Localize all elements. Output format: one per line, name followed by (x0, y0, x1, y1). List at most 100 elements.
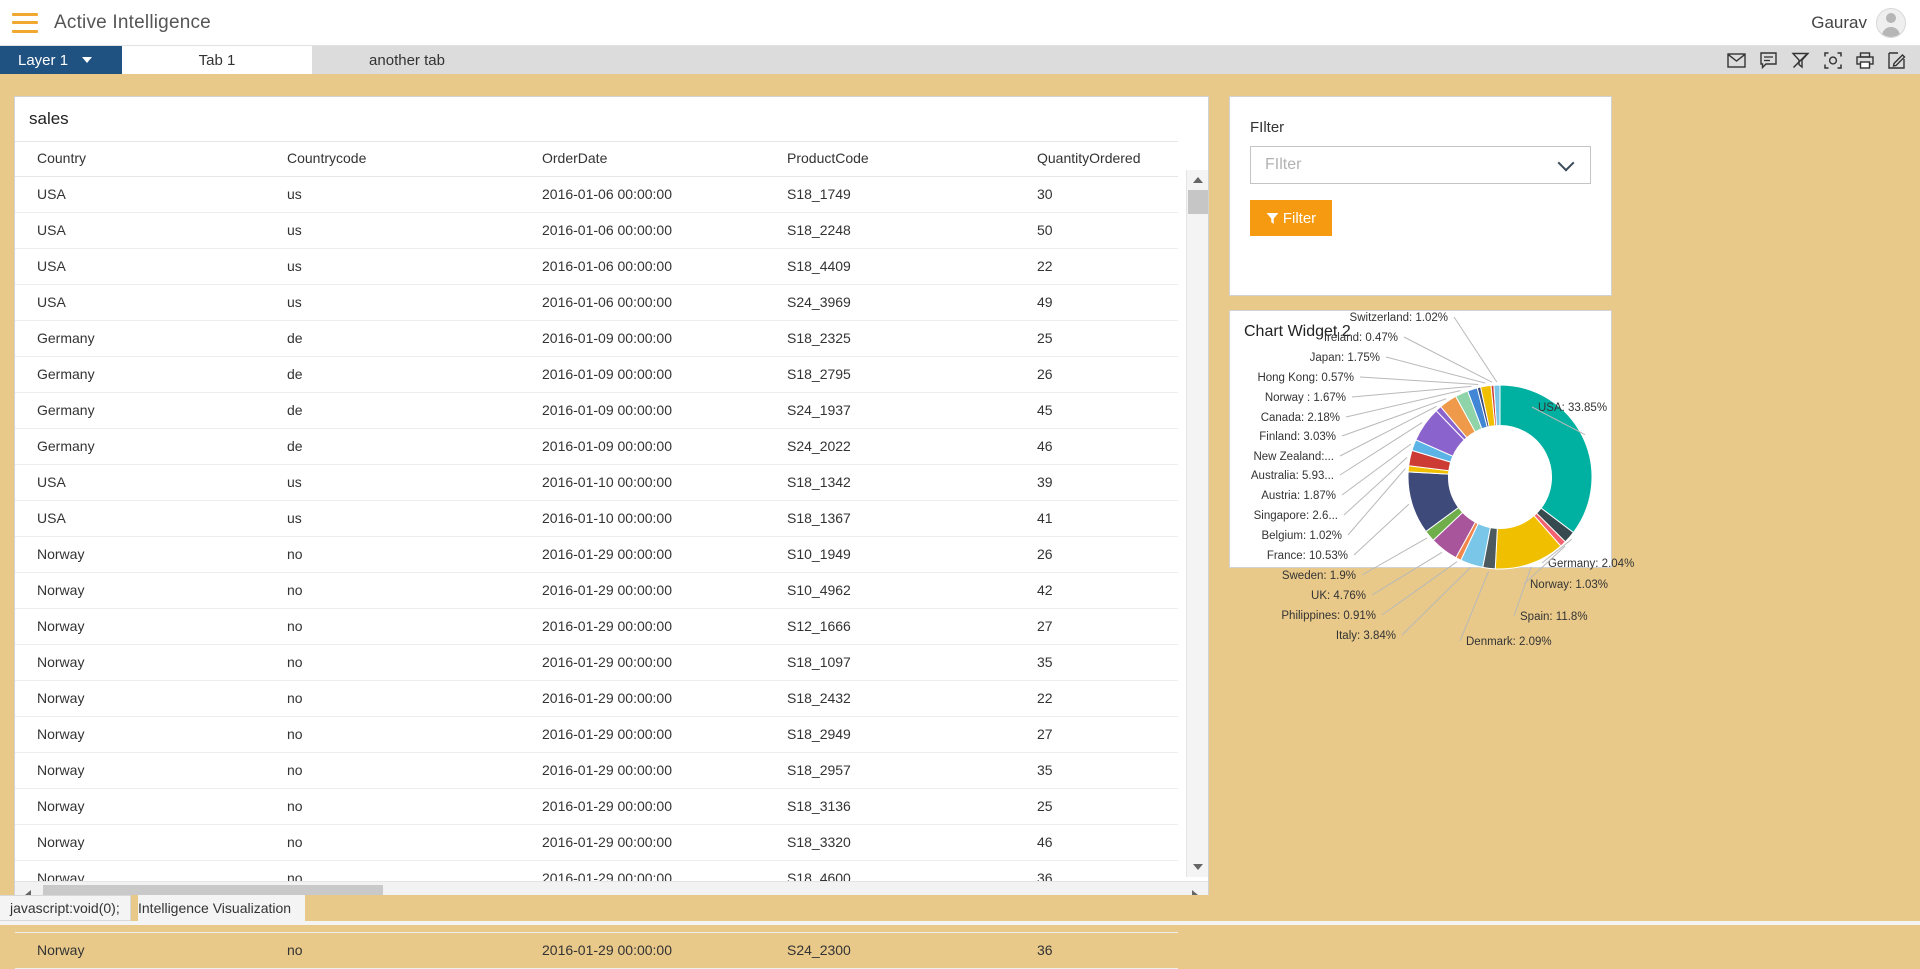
table-cell: Norway (15, 609, 265, 645)
table-cell: Norway (15, 681, 265, 717)
column-header-countrycode[interactable]: Countrycode (265, 142, 520, 177)
table-row[interactable]: Norwayno2016-01-29 00:00:00S10_496242 (15, 573, 1178, 609)
edit-icon[interactable] (1888, 52, 1906, 69)
donut-label-germany: Germany: 2.04% (1548, 558, 1634, 570)
donut-label-italy: Italy: 3.84% (1336, 630, 1396, 642)
layer-selector[interactable]: Layer 1 (0, 46, 122, 74)
snapshot-icon[interactable] (1824, 52, 1842, 69)
tab-tab-1[interactable]: Tab 1 (122, 46, 312, 74)
print-icon[interactable] (1856, 52, 1874, 69)
table-row[interactable]: Norwayno2016-01-29 00:00:00S18_313625 (15, 789, 1178, 825)
table-cell: S10_4962 (765, 573, 1015, 609)
vertical-scroll-thumb[interactable] (1188, 190, 1208, 214)
table-row[interactable]: USAus2016-01-10 00:00:00S18_136741 (15, 501, 1178, 537)
table-row[interactable]: Germanyde2016-01-09 00:00:00S24_202246 (15, 429, 1178, 465)
donut-chart-svg[interactable]: USA: 33.85%Germany: 2.04%Norway: 1.03%Sp… (1230, 309, 1613, 609)
filter-button-label: Filter (1283, 210, 1316, 227)
donut-label-switzerland: Switzerland: 1.02% (1350, 312, 1448, 324)
table-cell: S24_2022 (765, 429, 1015, 465)
table-cell: 2016-01-09 00:00:00 (520, 321, 765, 357)
table-cell: 36 (1015, 933, 1178, 969)
table-cell: 2016-01-29 00:00:00 (520, 645, 765, 681)
table-cell: 46 (1015, 825, 1178, 861)
table-cell: 50 (1015, 213, 1178, 249)
table-cell: Norway (15, 717, 265, 753)
scroll-up-button[interactable] (1187, 170, 1209, 190)
table-row[interactable]: USAus2016-01-06 00:00:00S18_440922 (15, 249, 1178, 285)
chevron-down-icon[interactable] (1558, 154, 1575, 171)
table-cell: no (265, 825, 520, 861)
table-cell: 30 (1015, 177, 1178, 213)
table-cell: 2016-01-06 00:00:00 (520, 177, 765, 213)
donut-label-japan: Japan: 1.75% (1310, 352, 1380, 364)
table-vertical-scrollbar[interactable] (1186, 170, 1208, 877)
table-row[interactable]: Norwayno2016-01-29 00:00:00S18_294927 (15, 717, 1178, 753)
table-cell: no (265, 753, 520, 789)
table-cell: 2016-01-06 00:00:00 (520, 213, 765, 249)
column-header-country[interactable]: Country (15, 142, 265, 177)
column-header-productcode[interactable]: ProductCode (765, 142, 1015, 177)
donut-label-austria: Austria: 1.87% (1261, 490, 1336, 502)
table-row[interactable]: Norwayno2016-01-29 00:00:00S18_243222 (15, 681, 1178, 717)
table-cell: USA (15, 249, 265, 285)
filter-select[interactable]: FIlter (1250, 146, 1591, 184)
table-cell: 2016-01-29 00:00:00 (520, 609, 765, 645)
hamburger-icon[interactable] (12, 13, 38, 33)
table-cell: 2016-01-29 00:00:00 (520, 717, 765, 753)
table-cell: Germany (15, 393, 265, 429)
table-row[interactable]: Norwayno2016-01-29 00:00:00S18_332046 (15, 825, 1178, 861)
dashboard-canvas: sales Country Countrycode OrderDate Prod… (0, 74, 1920, 895)
table-row[interactable]: Norwayno2016-01-29 00:00:00S18_295735 (15, 753, 1178, 789)
table-cell: 39 (1015, 465, 1178, 501)
tab-another-tab[interactable]: another tab (312, 46, 502, 74)
filter-button[interactable]: Filter (1250, 200, 1332, 236)
table-cell: 2016-01-29 00:00:00 (520, 825, 765, 861)
table-cell: S24_1937 (765, 393, 1015, 429)
header-right-group: Gaurav (1811, 8, 1906, 38)
table-row[interactable]: USAus2016-01-06 00:00:00S24_396949 (15, 285, 1178, 321)
table-row[interactable]: Germanyde2016-01-09 00:00:00S18_232525 (15, 321, 1178, 357)
table-cell: 45 (1015, 393, 1178, 429)
table-cell: Norway (15, 645, 265, 681)
table-row[interactable]: Norwayno2016-01-29 00:00:00S24_230036 (15, 933, 1178, 969)
donut-leader-line (1360, 377, 1478, 385)
table-cell: 2016-01-09 00:00:00 (520, 357, 765, 393)
column-header-quantityordered[interactable]: QuantityOrdered (1015, 142, 1178, 177)
table-row[interactable]: Norwayno2016-01-29 00:00:00S12_166627 (15, 609, 1178, 645)
table-row[interactable]: Norwayno2016-01-29 00:00:00S18_109735 (15, 645, 1178, 681)
table-cell: no (265, 717, 520, 753)
filter-label: FIlter (1250, 119, 1591, 136)
table-cell: S10_1949 (765, 537, 1015, 573)
table-cell: Norway (15, 537, 265, 573)
chevron-down-icon[interactable] (82, 57, 92, 63)
comment-icon[interactable] (1760, 52, 1777, 69)
table-cell: S18_2248 (765, 213, 1015, 249)
table-row[interactable]: Norwayno2016-01-29 00:00:00S10_194926 (15, 537, 1178, 573)
page-title: Active Intelligence (54, 12, 211, 34)
table-row[interactable]: USAus2016-01-10 00:00:00S18_134239 (15, 465, 1178, 501)
column-header-orderdate[interactable]: OrderDate (520, 142, 765, 177)
clear-filter-icon[interactable] (1791, 52, 1810, 69)
donut-leader-line (1352, 386, 1472, 397)
table-cell: 22 (1015, 681, 1178, 717)
table-row[interactable]: USAus2016-01-06 00:00:00S18_224850 (15, 213, 1178, 249)
table-cell: us (265, 285, 520, 321)
donut-label-finland: Finland: 3.03% (1259, 431, 1336, 443)
table-cell: S18_2795 (765, 357, 1015, 393)
table-cell: no (265, 789, 520, 825)
table-cell: S24_3969 (765, 285, 1015, 321)
table-row[interactable]: Germanyde2016-01-09 00:00:00S18_279526 (15, 357, 1178, 393)
table-cell: S18_2957 (765, 753, 1015, 789)
table-cell: Germany (15, 357, 265, 393)
avatar[interactable] (1876, 8, 1906, 38)
donut-label-norway2: Norway : 1.67% (1265, 392, 1346, 404)
chart-widget: Chart Widget 2 USA: 33.85%Germany: 2.04%… (1229, 310, 1612, 568)
table-row[interactable]: Germanyde2016-01-09 00:00:00S24_193745 (15, 393, 1178, 429)
table-cell: 2016-01-06 00:00:00 (520, 249, 765, 285)
scroll-down-button[interactable] (1187, 857, 1209, 877)
table-cell: USA (15, 465, 265, 501)
donut-label-ireland: Ireland: 0.47% (1324, 332, 1398, 344)
table-cell: USA (15, 213, 265, 249)
table-row[interactable]: USAus2016-01-06 00:00:00S18_174930 (15, 177, 1178, 213)
mail-icon[interactable] (1727, 53, 1746, 68)
